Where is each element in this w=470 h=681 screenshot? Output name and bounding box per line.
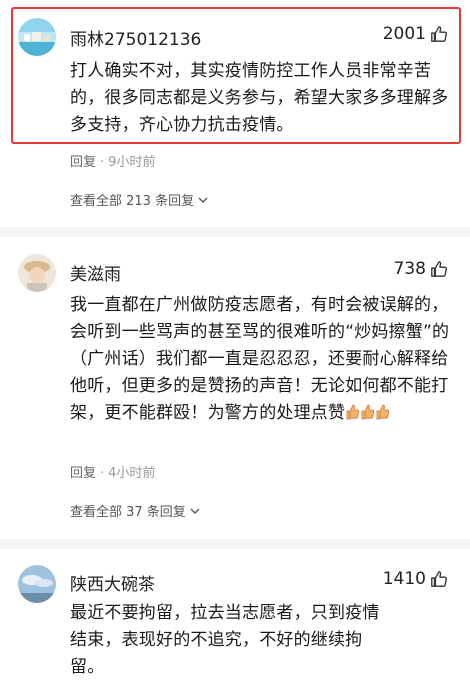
like-count: 1410 [382, 569, 426, 589]
like-count: 2001 [382, 24, 426, 44]
like-count: 738 [393, 259, 426, 279]
avatar[interactable] [18, 565, 56, 603]
comment-text: 打人确实不对，其实疫情防控工作人员非常辛苦的，很多同志都是义务参与，希望大家多多… [70, 61, 449, 135]
thumbs-up-icon [431, 26, 447, 42]
username[interactable]: 雨林275012136 [70, 25, 201, 50]
username[interactable]: 陕西大碗茶 [70, 570, 155, 595]
thumbs-up-icon [431, 571, 447, 587]
comment-meta: 回复 · 4小时前 [70, 466, 156, 481]
view-all-replies-label: 查看全部 213 条回复 [70, 194, 195, 209]
view-all-replies-link[interactable]: 查看全部 37 条回复 [70, 501, 200, 520]
view-all-replies-link[interactable]: 查看全部 213 条回复 [70, 190, 208, 209]
chevron-down-icon [190, 508, 200, 514]
view-all-replies-label: 查看全部 37 条回复 [70, 505, 186, 520]
comment-text-body: 我一直都在广州做防疫志愿者，有时会被误解的，会听到一些骂声的甚至骂的很难听的“炒… [70, 295, 450, 423]
like-button[interactable]: 738 [394, 259, 448, 279]
reply-button[interactable]: 回复 [70, 155, 96, 170]
comment-text: 最近不要拘留，拉去当志愿者，只到疫情结束，表现好的不追究，不好的继续拘留。 [70, 603, 380, 677]
like-button[interactable]: 2001 [383, 24, 448, 44]
timestamp: 9小时前 [108, 155, 156, 170]
comment-text: 我一直都在广州做防疫志愿者，有时会被误解的，会听到一些骂声的甚至骂的很难听的“炒… [70, 292, 454, 427]
reply-button[interactable]: 回复 [70, 466, 96, 481]
section-divider [0, 227, 470, 237]
avatar[interactable] [18, 18, 56, 56]
username[interactable]: 美滋雨 [70, 260, 121, 285]
comment-meta: 回复 · 9小时前 [70, 155, 156, 170]
section-divider [0, 539, 470, 549]
chevron-down-icon [198, 197, 208, 203]
thumbs-up-icon [431, 261, 447, 277]
clapping-thumbs-emoji [345, 403, 390, 423]
timestamp: 4小时前 [108, 466, 156, 481]
like-button[interactable]: 1410 [383, 569, 448, 589]
avatar[interactable] [18, 254, 56, 292]
